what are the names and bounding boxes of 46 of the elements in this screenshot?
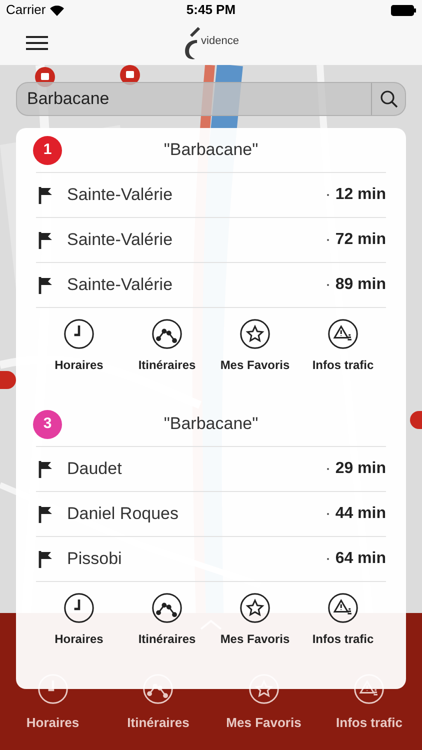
- action-button[interactable]: Itinéraires: [124, 592, 210, 662]
- action-button[interactable]: Mes Favoris: [212, 318, 298, 388]
- warning-icon: [327, 592, 359, 624]
- departure-time: 89 min: [335, 275, 386, 295]
- departure-time: 64 min: [335, 549, 386, 569]
- destination-label: Sainte-Valérie: [67, 274, 174, 296]
- carrier-label: Carrier: [6, 1, 46, 20]
- stop-title: "Barbacane": [164, 139, 258, 162]
- departure-time: 44 min: [335, 504, 386, 524]
- action-button[interactable]: Horaires: [36, 318, 122, 388]
- destination-label: Daudet: [67, 458, 123, 480]
- line-badge: 1: [33, 136, 62, 164]
- destination-label: Daniel Roques: [67, 503, 180, 526]
- action-button[interactable]: Infos trafic: [300, 318, 386, 388]
- stop-title: "Barbacane": [164, 413, 258, 436]
- action-button[interactable]: Horaires: [36, 592, 122, 662]
- departure-row[interactable]: Sainte-Valérie 12 min: [36, 173, 386, 218]
- action-button[interactable]: Itinéraires: [124, 318, 210, 388]
- battery-icon: [391, 4, 416, 16]
- action-button[interactable]: Mes Favoris: [212, 592, 298, 662]
- departure-row[interactable]: Pissobi 64 min: [36, 537, 386, 582]
- search-field[interactable]: Barbacane: [16, 82, 406, 116]
- search-icon[interactable]: [380, 90, 398, 108]
- warning-icon: [327, 318, 359, 350]
- departure-time: 72 min: [335, 230, 386, 250]
- action-button[interactable]: Infos trafic: [300, 592, 386, 662]
- destination-label: Sainte-Valérie: [67, 229, 174, 252]
- route-icon: [151, 592, 183, 624]
- line-badge: 3: [33, 410, 62, 438]
- clock-icon: [63, 318, 95, 350]
- route-icon: [151, 318, 183, 350]
- logo-text: vidence: [201, 34, 239, 49]
- departure-row[interactable]: Sainte-Valérie 72 min: [36, 218, 386, 263]
- destination-label: Sainte-Valérie: [67, 184, 174, 206]
- logo-mark: [183, 26, 202, 60]
- destination-label: Pissobi: [67, 548, 123, 570]
- departure-time: 12 min: [335, 185, 386, 205]
- departure-row[interactable]: Daudet 29 min: [36, 447, 386, 492]
- clock-icon: [63, 592, 95, 624]
- bus-stop-icon[interactable]: [410, 411, 422, 429]
- clock-time: 5:45 PM: [186, 1, 236, 20]
- departure-row[interactable]: Daniel Roques 44 min: [36, 492, 386, 537]
- menu-button[interactable]: [26, 34, 48, 50]
- departure-time: 29 min: [335, 459, 386, 479]
- departure-row[interactable]: Sainte-Valérie 89 min: [36, 263, 386, 308]
- wifi-icon: [50, 4, 64, 16]
